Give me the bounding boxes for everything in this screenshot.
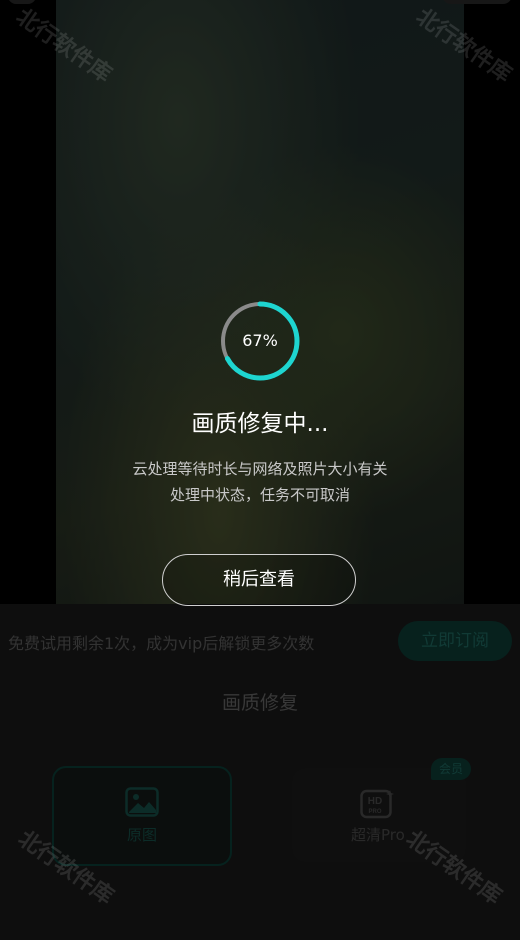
status-note-2: 处理中状态，任务不可取消 <box>169 486 350 504</box>
progress-percent: 67% <box>242 331 278 350</box>
status-note-1: 云处理等待时长与网络及照片大小有关 <box>132 460 388 478</box>
view-later-button[interactable]: 稍后查看 <box>162 554 356 606</box>
status-title: 画质修复中... <box>191 411 329 437</box>
